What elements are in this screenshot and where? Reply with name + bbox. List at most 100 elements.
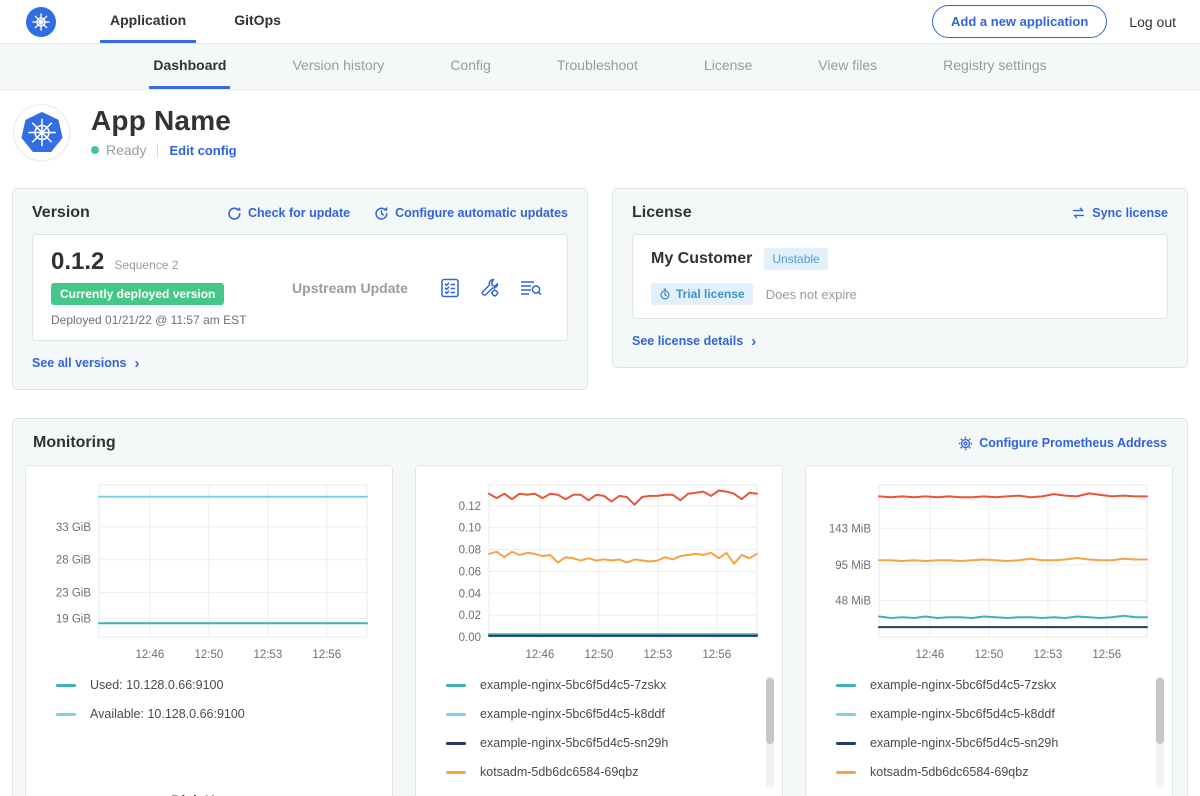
deployed-timestamp: Deployed 01/21/22 @ 11:57 am EST	[51, 313, 269, 327]
monitoring-title: Monitoring	[33, 434, 116, 452]
legend-scrollbar[interactable]	[766, 676, 774, 788]
subnav-tabs: Dashboard Version history Config Troublesho…	[149, 44, 1050, 89]
legend-swatch-icon	[56, 713, 76, 716]
svg-text:0.08: 0.08	[459, 545, 481, 557]
legend-item[interactable]: example-nginx-5bc6f5d4c5-k8ddf	[446, 707, 738, 721]
svg-text:0.04: 0.04	[459, 588, 482, 600]
status-ready-dot-icon	[91, 146, 99, 154]
legend-scrollbar-thumb[interactable]	[766, 678, 774, 744]
legend-label: Used: 10.128.0.66:9100	[90, 678, 223, 692]
sync-license-link[interactable]: Sync license	[1071, 206, 1168, 220]
sync-arrows-icon	[1071, 206, 1086, 220]
legend-item[interactable]: example-nginx-5bc6f5d4c5-7zskx	[836, 678, 1128, 692]
legend-label: Available: 10.128.0.66:9100	[90, 707, 245, 721]
svg-text:0.02: 0.02	[459, 610, 481, 622]
subnav-tab-dashboard[interactable]: Dashboard	[149, 44, 230, 89]
legend-swatch-icon	[836, 742, 856, 745]
legend-item[interactable]: kotsadm-5db6dc6584-69qbz	[836, 765, 1128, 779]
top-nav: ApplicationGitOps Add a new application …	[0, 0, 1200, 44]
subnav-tab-license[interactable]: License	[700, 44, 756, 89]
svg-text:12:50: 12:50	[194, 649, 223, 661]
logout-button[interactable]: Log out	[1129, 14, 1176, 30]
legend-swatch-icon	[446, 713, 466, 716]
subnav-tab-registry-settings[interactable]: Registry settings	[939, 44, 1050, 89]
app-sub-nav: Dashboard Version history Config Troublesho…	[0, 44, 1200, 90]
legend-item[interactable]: example-nginx-5bc6f5d4c5-k8ddf	[836, 707, 1128, 721]
customer-name: My Customer	[651, 250, 752, 268]
svg-text:12:46: 12:46	[136, 649, 165, 661]
legend-label: example-nginx-5bc6f5d4c5-sn29h	[870, 736, 1058, 750]
topnav-tab-application[interactable]: Application	[100, 0, 196, 43]
configure-automatic-updates-link[interactable]: Configure automatic updates	[374, 206, 568, 221]
svg-text:12:46: 12:46	[916, 649, 945, 661]
monitoring-card: Monitoring Configure Prometheus Address	[12, 418, 1188, 796]
svg-text:12:53: 12:53	[1033, 649, 1062, 661]
svg-text:0.10: 0.10	[459, 523, 481, 535]
svg-text:19 GiB: 19 GiB	[56, 614, 91, 626]
app-header: App Name Ready Edit config	[0, 90, 1200, 176]
svg-text:12:53: 12:53	[643, 649, 672, 661]
legend-label: example-nginx-5bc6f5d4c5-7zskx	[480, 678, 666, 692]
see-all-versions-link[interactable]: See all versions›	[32, 355, 140, 372]
license-card-title: License	[632, 204, 692, 222]
legend-item[interactable]: example-nginx-5bc6f5d4c5-sn29h	[446, 736, 738, 750]
memory-usage-chart-card: 12:4612:5012:5312:56143 MiB95 MiB48 MiB …	[805, 465, 1173, 796]
see-license-details-link[interactable]: See license details›	[632, 333, 756, 350]
add-new-application-button[interactable]: Add a new application	[932, 5, 1107, 38]
upstream-update-label: Upstream Update	[269, 280, 431, 296]
version-number: 0.1.2	[51, 248, 104, 276]
legend-swatch-icon	[836, 713, 856, 716]
svg-text:48 MiB: 48 MiB	[835, 596, 871, 608]
svg-text:0.00: 0.00	[459, 632, 481, 644]
legend-swatch-icon	[446, 742, 466, 745]
legend-scrollbar[interactable]	[1156, 676, 1164, 788]
gear-icon	[958, 436, 973, 451]
view-logs-icon[interactable]	[519, 277, 543, 299]
edit-config-wrench-icon[interactable]	[479, 277, 501, 299]
legend-item[interactable]: Used: 10.128.0.66:9100	[56, 678, 348, 692]
svg-text:12:56: 12:56	[702, 649, 731, 661]
svg-text:23 GiB: 23 GiB	[56, 587, 91, 599]
memory-usage-chart: 12:4612:5012:5312:56143 MiB95 MiB48 MiB	[806, 478, 1172, 674]
subnav-tab-config[interactable]: Config	[446, 44, 494, 89]
check-for-update-link[interactable]: Check for update	[227, 206, 350, 221]
legend-swatch-icon	[446, 771, 466, 774]
chevron-right-icon: ›	[135, 355, 140, 372]
legend-label: kotsadm-5db6dc6584-69qbz	[870, 765, 1028, 779]
svg-text:28 GiB: 28 GiB	[56, 555, 91, 567]
legend-label: example-nginx-5bc6f5d4c5-sn29h	[480, 736, 668, 750]
svg-text:12:56: 12:56	[1092, 649, 1121, 661]
legend-swatch-icon	[446, 684, 466, 687]
svg-text:12:46: 12:46	[526, 649, 555, 661]
subnav-tab-troubleshoot[interactable]: Troubleshoot	[553, 44, 642, 89]
configure-prometheus-link[interactable]: Configure Prometheus Address	[958, 436, 1167, 451]
brand-logo[interactable]	[26, 0, 56, 43]
legend-item[interactable]: Available: 10.128.0.66:9100	[56, 707, 348, 721]
chevron-right-icon: ›	[751, 333, 756, 350]
legend-label: kotsadm-5db6dc6584-69qbz	[480, 765, 638, 779]
memory-usage-legend: example-nginx-5bc6f5d4c5-7zskx example-ng…	[836, 678, 1172, 794]
legend-item[interactable]: example-nginx-5bc6f5d4c5-sn29h	[836, 736, 1128, 750]
edit-config-link[interactable]: Edit config	[169, 143, 236, 158]
svg-text:12:50: 12:50	[584, 649, 613, 661]
svg-text:143 MiB: 143 MiB	[829, 523, 872, 535]
cpu-usage-chart-card: 12:4612:5012:5312:560.120.100.080.060.04…	[415, 465, 783, 796]
topnav-tab-gitops[interactable]: GitOps	[224, 0, 291, 43]
svg-text:0.12: 0.12	[459, 501, 481, 513]
subnav-tab-view-files[interactable]: View files	[814, 44, 881, 89]
svg-text:12:50: 12:50	[974, 649, 1003, 661]
channel-badge: Unstable	[764, 248, 827, 270]
cpu-usage-legend: example-nginx-5bc6f5d4c5-7zskx example-ng…	[446, 678, 782, 794]
stopwatch-icon	[659, 288, 671, 300]
disk-usage-legend: Used: 10.128.0.66:9100 Available: 10.128.…	[56, 678, 392, 784]
license-inner-panel: My Customer Unstable Trial license Does …	[632, 234, 1168, 319]
refresh-icon	[227, 206, 242, 221]
version-card-title: Version	[32, 204, 90, 222]
legend-swatch-icon	[836, 771, 856, 774]
preflight-checks-icon[interactable]	[439, 277, 461, 299]
legend-item[interactable]: example-nginx-5bc6f5d4c5-7zskx	[446, 678, 738, 692]
legend-scrollbar-thumb[interactable]	[1156, 678, 1164, 744]
subnav-tab-version-history[interactable]: Version history	[288, 44, 388, 89]
svg-text:12:53: 12:53	[253, 649, 282, 661]
legend-item[interactable]: kotsadm-5db6dc6584-69qbz	[446, 765, 738, 779]
